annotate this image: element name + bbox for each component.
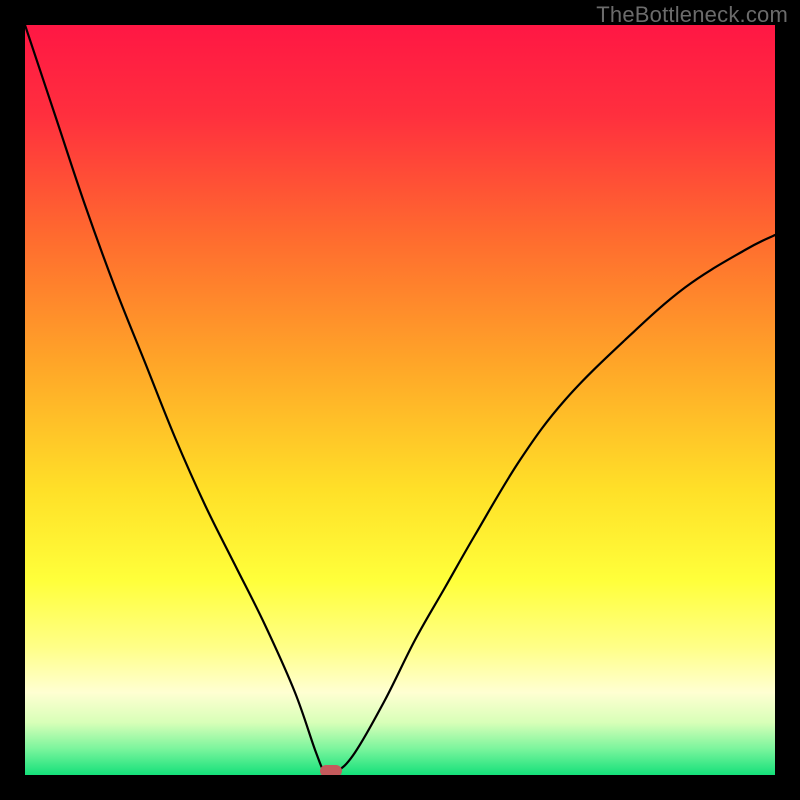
plot-area bbox=[25, 25, 775, 775]
bottleneck-curve bbox=[25, 25, 775, 775]
optimal-point-marker bbox=[320, 765, 342, 775]
chart-frame: TheBottleneck.com bbox=[0, 0, 800, 800]
